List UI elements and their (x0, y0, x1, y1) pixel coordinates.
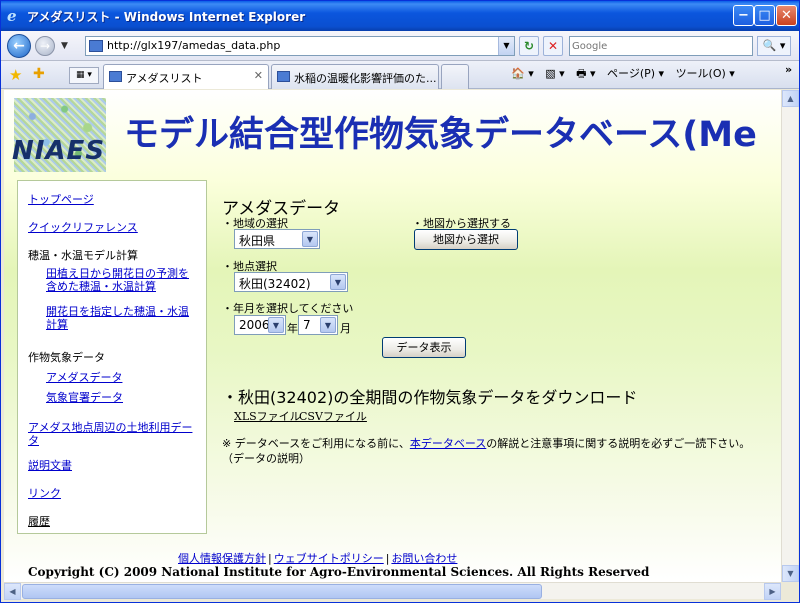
month-select[interactable]: 7 ▼ (298, 315, 338, 335)
address-dropdown-icon[interactable]: ▼ (498, 37, 514, 55)
site-banner-title: モデル結合型作物気象データベース(Me (124, 115, 757, 155)
notice-prefix: ※ データベースをご利用になる前に、 (222, 437, 410, 450)
address-toolbar: ← → ▼ http://glx197/amedas_data.php ▼ ↻ … (1, 31, 799, 61)
yearmonth-label: ・年月を選択してください (222, 302, 354, 315)
xls-file-link[interactable]: XLSファイル (234, 408, 301, 424)
map-select-button[interactable]: 地図から選択 (414, 229, 518, 250)
search-box[interactable] (569, 36, 753, 56)
sidebar-item-history[interactable]: 履歴 (28, 515, 50, 528)
csv-file-link[interactable]: CSVファイル (299, 408, 367, 424)
page-favicon-icon (89, 40, 103, 52)
year-unit: 年 (287, 322, 298, 335)
notice-data-description: （データの説明） (222, 452, 310, 465)
chevron-down-icon[interactable]: ▼ (320, 317, 336, 333)
sidebar-nav: トップページ クイックリファレンス 穂温・水温モデル計算 田植え日から開花日の予… (17, 180, 207, 534)
favorites-star-icon[interactable]: ★ (9, 66, 22, 84)
sidebar-item-land-use[interactable]: アメダス地点周辺の土地利用データ (28, 421, 198, 447)
tab-amedas-list[interactable]: アメダスリスト ✕ (103, 64, 269, 89)
sidebar-item-amedas-data[interactable]: アメダスデータ (46, 371, 122, 384)
year-select-value: 2006 (239, 318, 270, 332)
tab-favicon-icon (109, 71, 122, 82)
month-select-value: 7 (303, 318, 311, 332)
minimize-button[interactable]: − (733, 5, 754, 26)
page-menu-button[interactable]: ページ(P) ▾ (607, 67, 664, 80)
add-favorites-icon[interactable]: ✚ (33, 66, 45, 82)
notice-suffix: の解説と注意事項に関する説明を必ずご一読下さい。 (486, 437, 751, 450)
back-button[interactable]: ← (7, 34, 31, 58)
page-body: NIAES モデル結合型作物気象データベース(Me トップページ クイックリファ… (4, 90, 781, 582)
sidebar-item-links[interactable]: リンク (28, 487, 61, 500)
usage-notice: ※ データベースをご利用になる前に、本データベースの解説と注意事項に関する説明を… (222, 436, 750, 466)
station-select-value: 秋田(32402) (239, 277, 311, 291)
contact-link[interactable]: お問い合わせ (391, 552, 457, 565)
quick-tabs-button[interactable]: ▦ ▾ (69, 67, 99, 84)
new-tab-button[interactable] (441, 64, 469, 89)
station-select[interactable]: 秋田(32402) ▼ (234, 272, 348, 292)
niaes-logo[interactable]: NIAES (10, 98, 110, 176)
ie-logo-icon: e (7, 7, 17, 25)
download-heading: ・秋田(32402)の全期間の作物気象データをダウンロード (222, 388, 638, 407)
chevron-down-icon[interactable]: ▼ (302, 231, 318, 247)
sidebar-section-temp-model: 穂温・水温モデル計算 (28, 249, 138, 262)
tab-close-icon[interactable]: ✕ (254, 69, 263, 82)
scrollbar-corner (781, 582, 798, 599)
sidebar-item-calc-flowering[interactable]: 開花日を指定した穂温・水温計算 (46, 305, 198, 331)
month-unit: 月 (340, 322, 351, 335)
sidebar-section-crop-weather: 作物気象データ (28, 351, 105, 364)
footer-separator: | (268, 552, 272, 565)
search-button[interactable]: 🔍 ▾ (757, 36, 791, 56)
scroll-right-button[interactable]: ▶ (764, 583, 781, 600)
tab-favicon-icon (277, 71, 290, 82)
browser-window: e アメダスリスト - Windows Internet Explorer − … (0, 0, 800, 603)
scroll-left-button[interactable]: ◀ (4, 583, 21, 600)
sidebar-item-documentation[interactable]: 説明文書 (28, 459, 72, 472)
display-data-button[interactable]: データ表示 (382, 337, 466, 358)
website-policy-link[interactable]: ウェブサイトポリシー (274, 552, 384, 565)
chevron-down-icon[interactable]: ▼ (330, 274, 346, 290)
tab-label: 水稲の温暖化影響評価のた... (294, 72, 437, 85)
home-button[interactable]: 🏠 ▾ (511, 67, 534, 80)
privacy-policy-link[interactable]: 個人情報保護方針 (178, 552, 266, 565)
scroll-up-button[interactable]: ▲ (782, 90, 799, 107)
region-select[interactable]: 秋田県 ▼ (234, 229, 320, 249)
tools-menu-button[interactable]: ツール(O) ▾ (676, 67, 735, 80)
feeds-button[interactable]: ▧ ▾ (545, 67, 564, 80)
command-bar: 🏠 ▾ ▧ ▾ 🖶 ▾ ページ(P) ▾ ツール(O) ▾ (511, 65, 743, 84)
refresh-button[interactable]: ↻ (519, 36, 539, 56)
history-dropdown-icon[interactable]: ▼ (61, 41, 68, 51)
title-bar: e アメダスリスト - Windows Internet Explorer − … (1, 1, 799, 31)
close-window-button[interactable]: ✕ (776, 5, 797, 26)
forward-button[interactable]: → (35, 36, 55, 56)
region-select-value: 秋田県 (239, 234, 276, 248)
tab-bar: ★ ✚ ▦ ▾ アメダスリスト ✕ 水稲の温暖化影響評価のた... 🏠 ▾ ▧ … (1, 61, 799, 89)
tab-label: アメダスリスト (126, 72, 203, 85)
horizontal-scroll-thumb[interactable] (22, 584, 542, 599)
sidebar-item-top-page[interactable]: トップページ (28, 193, 94, 206)
address-url[interactable]: http://glx197/amedas_data.php (107, 39, 280, 52)
logo-text: NIAES (12, 136, 106, 166)
year-select[interactable]: 2006 ▼ (234, 315, 286, 335)
sidebar-item-jma-data[interactable]: 気象官署データ (46, 391, 123, 404)
address-field[interactable]: http://glx197/amedas_data.php ▼ (85, 36, 515, 56)
tab-rice-warming[interactable]: 水稲の温暖化影響評価のた... (271, 64, 439, 89)
stop-button[interactable]: ✕ (543, 36, 563, 56)
scroll-down-button[interactable]: ▼ (782, 565, 799, 582)
more-commands-button[interactable]: » (785, 63, 792, 76)
vertical-scrollbar[interactable]: ▲ ▼ (781, 90, 799, 582)
database-explanation-link[interactable]: 本データベース (410, 437, 486, 450)
sidebar-item-quick-reference[interactable]: クイックリファレンス (28, 221, 138, 234)
footer-links: 個人情報保護方針 | ウェブサイトポリシー | お問い合わせ (178, 550, 457, 566)
copyright-text: Copyright (C) 2009 National Institute fo… (28, 565, 650, 579)
chevron-down-icon[interactable]: ▼ (268, 317, 284, 333)
horizontal-scrollbar[interactable]: ◀ ▶ (4, 582, 781, 600)
maximize-button[interactable]: □ (754, 5, 775, 26)
print-button[interactable]: 🖶 ▾ (576, 67, 595, 80)
page-viewport: NIAES モデル結合型作物気象データベース(Me トップページ クイックリファ… (4, 90, 781, 582)
sidebar-item-calc-prediction[interactable]: 田植え日から開花日の予測を含めた穂温・水温計算 (46, 267, 198, 293)
window-title: アメダスリスト - Windows Internet Explorer (27, 10, 306, 24)
search-input[interactable] (572, 38, 752, 54)
footer-separator: | (385, 552, 390, 565)
